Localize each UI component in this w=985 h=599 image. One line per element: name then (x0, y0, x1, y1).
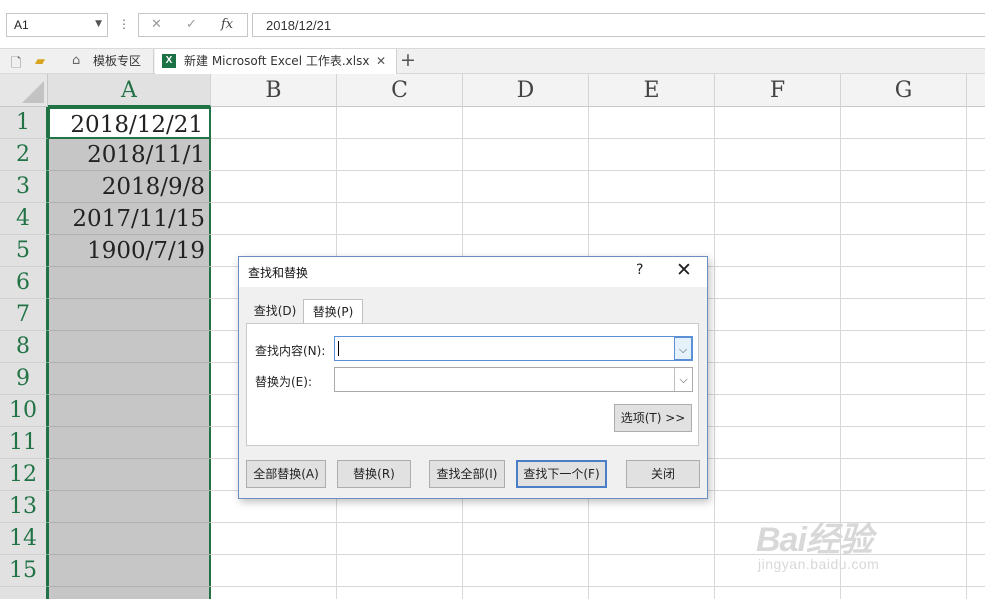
row-header[interactable]: 9 (0, 363, 48, 395)
replace-panel: 查找内容(N): ⌵ 替换为(E): ⌵ 选项(T) >> (246, 323, 699, 446)
name-box-value: A1 (14, 18, 29, 32)
tab-find[interactable]: 查找(D) (250, 299, 300, 323)
baidu-watermark: Bai经验 jingyan.baidu.com (756, 512, 879, 572)
row-header[interactable] (0, 587, 48, 599)
column-header-e[interactable]: E (589, 74, 715, 107)
row-header[interactable]: 14 (0, 523, 48, 555)
close-icon[interactable]: ✕ (376, 49, 386, 73)
help-icon[interactable]: ? (636, 262, 643, 278)
folder-icon[interactable]: ▰ (35, 54, 45, 69)
insert-function-icon[interactable]: fx (221, 17, 233, 32)
find-next-button[interactable]: 查找下一个(F) (516, 460, 607, 488)
row-header[interactable]: 4 (0, 203, 48, 235)
close-button[interactable]: 关闭 (626, 460, 700, 488)
dialog-title: 查找和替换 (248, 266, 309, 280)
row-header[interactable]: 15 (0, 555, 48, 587)
cancel-icon[interactable]: ✕ (151, 17, 162, 32)
options-button[interactable]: 选项(T) >> (614, 404, 692, 432)
document-tab-strip: 🗋 ▰ ⌂ 模板专区 X 新建 Microsoft Excel 工作表.xlsx… (0, 48, 985, 74)
replace-button[interactable]: 替换(R) (337, 460, 411, 488)
tab-excel-file[interactable]: X 新建 Microsoft Excel 工作表.xlsx ✕ (155, 49, 397, 74)
cell-a6[interactable] (48, 267, 211, 299)
cell-a8[interactable] (48, 331, 211, 363)
column-header-b[interactable]: B (211, 74, 337, 107)
select-all-corner[interactable] (0, 74, 48, 107)
column-header-f[interactable]: F (715, 74, 841, 107)
column-header-h[interactable] (967, 74, 985, 107)
chevron-down-icon[interactable]: ⌵ (674, 368, 692, 391)
row-header[interactable]: 3 (0, 171, 48, 203)
cell-a3[interactable]: 2018/9/8 (48, 171, 211, 203)
watermark-url: jingyan.baidu.com (758, 556, 880, 572)
text-caret (338, 341, 339, 356)
row-header[interactable]: 6 (0, 267, 48, 299)
row-header[interactable]: 2 (0, 139, 48, 171)
chevron-down-icon[interactable]: ⌵ (674, 337, 692, 360)
row-header[interactable]: 1 (0, 107, 48, 139)
formula-input[interactable]: 2018/12/21 (252, 13, 985, 37)
find-all-button[interactable]: 查找全部(I) (429, 460, 505, 488)
row-header[interactable]: 13 (0, 491, 48, 523)
add-tab-icon[interactable]: + (400, 49, 416, 71)
cell-a11[interactable] (48, 427, 211, 459)
find-input[interactable]: ⌵ (334, 336, 693, 361)
column-header-c[interactable]: C (337, 74, 463, 107)
tab-template-zone-label: 模板专区 (93, 54, 142, 68)
column-header-a[interactable]: A (48, 74, 211, 107)
cell-a4[interactable]: 2017/11/15 (48, 203, 211, 235)
replace-all-button[interactable]: 全部替换(A) (246, 460, 326, 488)
cell-a5[interactable]: 1900/7/19 (48, 235, 211, 267)
close-icon[interactable]: ✕ (676, 259, 692, 281)
chevron-down-icon[interactable]: ▼ (95, 19, 102, 29)
tab-excel-file-label: 新建 Microsoft Excel 工作表.xlsx (184, 54, 370, 68)
excel-icon: X (162, 54, 176, 68)
dialog-titlebar[interactable]: 查找和替换 ? ✕ (239, 257, 707, 287)
enter-icon[interactable]: ✓ (186, 17, 197, 32)
find-label: 查找内容(N): (255, 344, 326, 358)
row-header[interactable]: 10 (0, 395, 48, 427)
column-header-d[interactable]: D (463, 74, 589, 107)
cell-a9[interactable] (48, 363, 211, 395)
watermark-brand: Bai经验 (756, 521, 873, 559)
tab-template-zone[interactable]: ⌂ 模板专区 (62, 49, 154, 74)
cell-a10[interactable] (48, 395, 211, 427)
more-options-icon[interactable]: ⋮ (118, 17, 130, 31)
row-header[interactable]: 11 (0, 427, 48, 459)
row-header[interactable]: 8 (0, 331, 48, 363)
row-header[interactable]: 12 (0, 459, 48, 491)
replace-label: 替换为(E): (255, 375, 312, 389)
cell-a2[interactable]: 2018/11/1 (48, 139, 211, 171)
find-replace-dialog: 查找和替换 ? ✕ 查找(D) 替换(P) 查找内容(N): ⌵ 替换为(E):… (238, 256, 708, 499)
formula-bar: A1 ▼ ⋮ ✕ ✓ fx 2018/12/21 (0, 0, 985, 48)
cell-a7[interactable] (48, 299, 211, 331)
cell-a12[interactable] (48, 459, 211, 491)
tab-replace[interactable]: 替换(P) (303, 299, 363, 323)
formula-buttons: ✕ ✓ fx (138, 13, 248, 37)
new-file-icon[interactable]: 🗋 (11, 54, 21, 76)
row-header[interactable]: 7 (0, 299, 48, 331)
cell-a15[interactable] (48, 555, 211, 587)
column-header-g[interactable]: G (841, 74, 967, 107)
cell-a13[interactable] (48, 491, 211, 523)
formula-value: 2018/12/21 (266, 18, 332, 33)
cell-a14[interactable] (48, 523, 211, 555)
cell-a1[interactable]: 2018/12/21 (48, 107, 211, 139)
name-box[interactable]: A1 ▼ (6, 13, 108, 37)
home-icon: ⌂ (72, 53, 81, 68)
row-header[interactable]: 5 (0, 235, 48, 267)
replace-input[interactable]: ⌵ (334, 367, 693, 392)
